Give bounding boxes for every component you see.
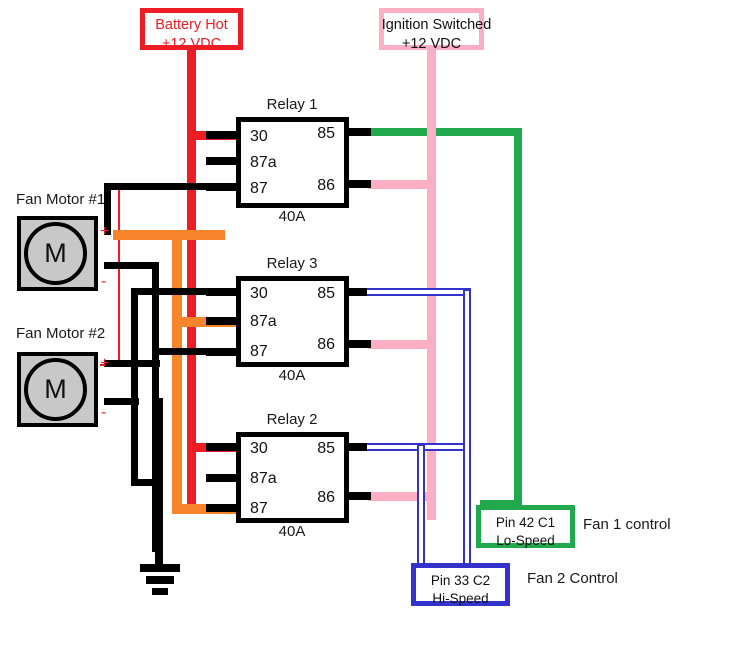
stub-relay2-87 <box>206 504 238 512</box>
relay-3-body: 30 87a 87 85 86 <box>236 276 349 367</box>
relay-3-pin-86: 86 <box>317 336 335 353</box>
stub-relay3-30 <box>206 288 238 296</box>
relay-1-title: Relay 1 <box>266 96 318 113</box>
blue-wire-vertical-right <box>463 288 471 586</box>
fan-1-control-box: Pin 42 C1 Lo-Speed <box>476 505 575 548</box>
blue-wire-relay2-85-horizontal <box>367 443 463 451</box>
fan-motor-1-label: Fan Motor #1 <box>16 191 106 208</box>
orange-wire-vertical-main <box>172 230 182 514</box>
stub-relay3-87 <box>206 348 238 356</box>
fan-motor-2-glyph: M <box>44 374 67 404</box>
stub-relay1-30 <box>206 131 238 139</box>
stub-relay3-87a <box>206 317 238 325</box>
relay-2-rating: 40A <box>278 523 306 540</box>
relay-3-title: Relay 3 <box>266 255 318 272</box>
relay-1-pin-85: 85 <box>317 125 335 142</box>
stub-relay1-85 <box>347 128 371 136</box>
relay-2-title: Relay 2 <box>266 411 318 428</box>
pink-wire-relay1-86 <box>368 180 432 189</box>
ground-symbol-bar-2 <box>146 576 174 584</box>
blue-wire-corner-patch-a <box>463 288 471 291</box>
stub-relay2-87a <box>206 474 238 482</box>
relay-2-body: 30 87a 87 85 86 <box>236 432 349 523</box>
blue-wire-vertical-mid <box>417 443 425 571</box>
fan-1-control-line1: Pin 42 C1 <box>495 515 556 530</box>
relay-1-body: 30 87a 87 85 86 <box>236 117 349 208</box>
fan-motor-1-positive-sign: + <box>100 223 110 240</box>
stub-relay3-86 <box>347 340 371 348</box>
wiring-diagram-canvas: Battery Hot +12 VDC Ignition Switched +1… <box>0 0 730 656</box>
relay-3-pin-87: 87 <box>250 343 268 360</box>
stub-relay1-87a <box>206 157 238 165</box>
black-wire-ground-vertical <box>155 398 163 564</box>
fan-motor-1-glyph: M <box>44 238 67 268</box>
fan-2-control-box: Pin 33 C2 Hi-Speed <box>411 563 510 606</box>
relay-2-pin-87a: 87a <box>250 470 277 487</box>
pink-wire-relay3-86 <box>368 340 432 349</box>
fan-motor-1-symbol: M <box>24 222 87 285</box>
battery-hot-line2: +12 VDC <box>161 36 222 52</box>
relay-2-pin-86: 86 <box>317 489 335 506</box>
relay-3-rating: 40A <box>278 367 306 384</box>
fan-2-control-caption: Fan 2 Control <box>527 570 618 587</box>
relay-3-pin-85: 85 <box>317 285 335 302</box>
relay-2-pin-30: 30 <box>250 440 268 457</box>
relay-3-pin-87a: 87a <box>250 313 277 330</box>
fan-motor-2-symbol: M <box>24 358 87 421</box>
black-wire-relay3-30-vertical <box>131 288 138 486</box>
fan-1-control-caption: Fan 1 control <box>583 516 671 533</box>
green-wire-vertical <box>514 128 522 508</box>
ignition-switched-line1: Ignition Switched <box>381 17 492 33</box>
orange-wire-motor1-positive <box>113 230 225 240</box>
stub-relay2-86 <box>347 492 371 500</box>
battery-hot-line1: Battery Hot <box>155 17 228 33</box>
red-wire-thin-motor2-vert <box>118 186 120 366</box>
stub-relay1-87 <box>206 183 238 191</box>
stub-relay2-30 <box>206 443 238 451</box>
ground-symbol-bar-1 <box>140 564 180 572</box>
black-wire-motor2-positive <box>104 360 160 367</box>
fan-motor-1-negative-sign: - <box>101 273 107 290</box>
red-wire-relay2-30-vertical <box>187 411 196 512</box>
fan-motor-2-label: Fan Motor #2 <box>16 325 106 342</box>
fan-1-control-line2: Lo-Speed <box>496 533 555 548</box>
fan-2-control-line1: Pin 33 C2 <box>430 573 491 588</box>
ignition-switched-source-box: Ignition Switched +12 VDC <box>379 8 491 52</box>
relay-1-pin-86: 86 <box>317 177 335 194</box>
fan-2-control-line2: Hi-Speed <box>432 591 489 606</box>
fan-motor-2-negative-sign: - <box>101 404 107 421</box>
relay-2-pin-87: 87 <box>250 500 268 517</box>
ignition-switched-line2: +12 VDC <box>401 36 462 52</box>
stub-relay1-86 <box>347 180 371 188</box>
relay-1-pin-87a: 87a <box>250 154 277 171</box>
relay-3-pin-30: 30 <box>250 285 268 302</box>
ground-symbol-bar-3 <box>152 588 168 595</box>
relay-1-pin-30: 30 <box>250 128 268 145</box>
relay-1-pin-87: 87 <box>250 180 268 197</box>
black-wire-motor1-negative <box>104 262 159 269</box>
black-wire-motor2-negative <box>104 398 139 405</box>
blue-wire-relay3-85-horizontal <box>367 288 471 296</box>
green-wire-horizontal-top <box>365 128 522 136</box>
blue-wire-corner-patch-b <box>417 443 425 446</box>
fan-motor-2-positive-sign: + <box>100 355 110 372</box>
relay-1-rating: 40A <box>278 208 306 225</box>
relay-2-pin-85: 85 <box>317 440 335 457</box>
battery-hot-source-box: Battery Hot +12 VDC <box>140 8 243 52</box>
